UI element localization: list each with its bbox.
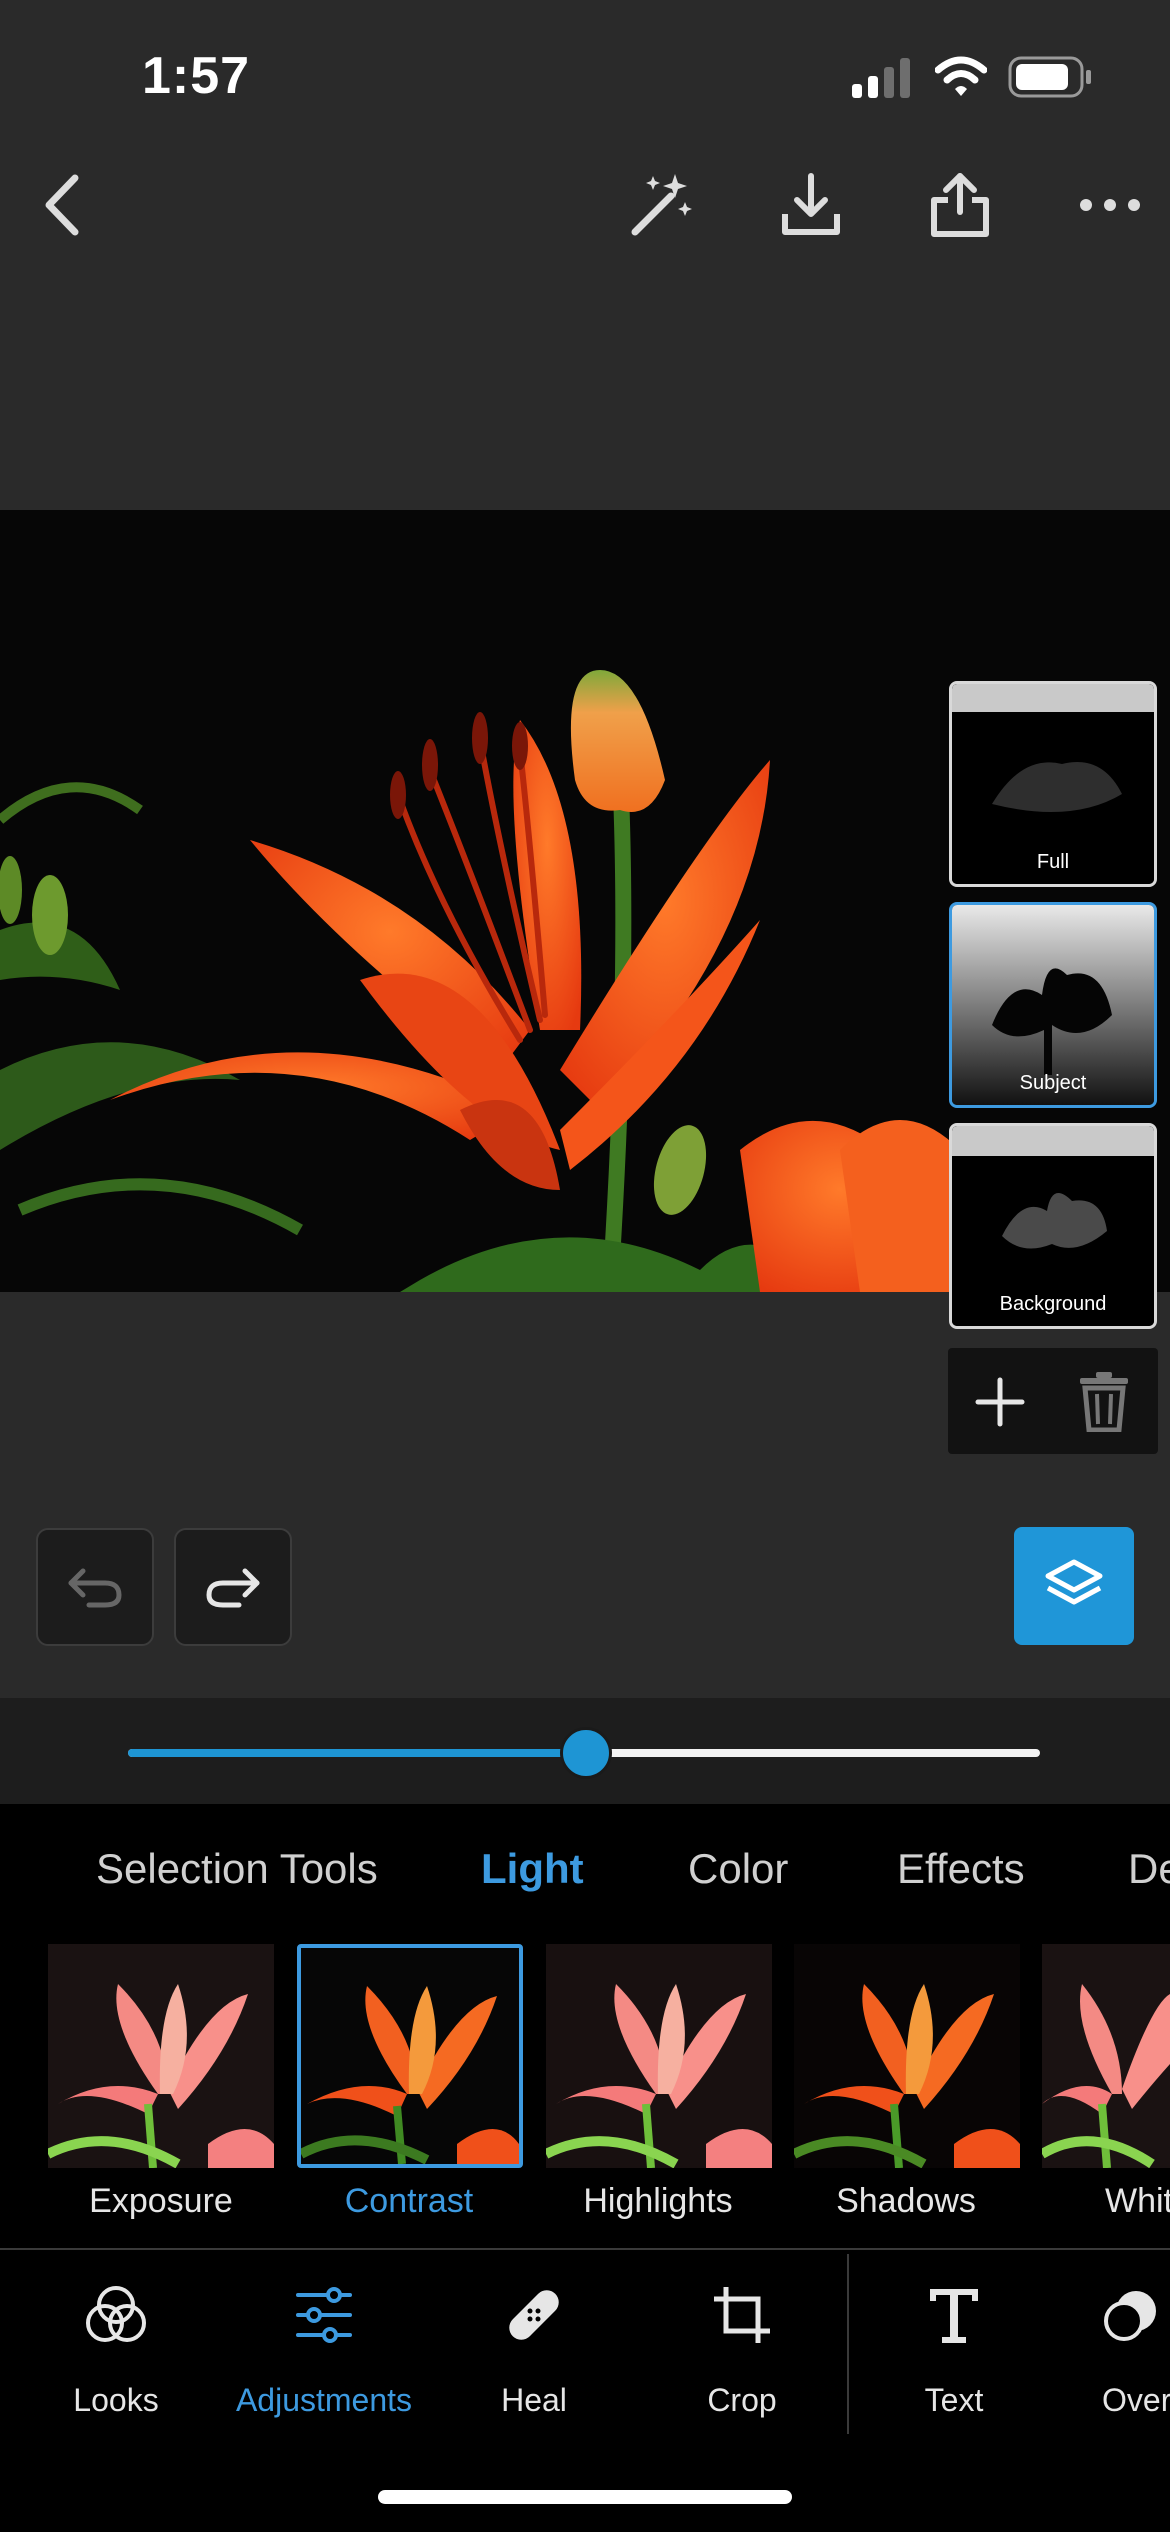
nav-label-looks: Looks	[73, 2382, 159, 2418]
slider-fill	[128, 1749, 586, 1757]
preset-label-shadows: Shadows	[836, 2182, 976, 2220]
nav-label-text: Text	[924, 2382, 984, 2418]
signal-icon	[852, 58, 914, 103]
redo-icon	[206, 1568, 260, 1608]
nav-adjustments[interactable]: Adjustments	[224, 2280, 424, 2430]
preset-label-contrast: Contrast	[344, 2182, 474, 2220]
tab-color[interactable]: Color	[688, 1845, 788, 1893]
preset-contrast[interactable]	[297, 1944, 523, 2168]
trash-icon	[1080, 1372, 1128, 1433]
slider-thumb[interactable]	[559, 1727, 612, 1779]
mask-subject[interactable]: Subject	[949, 902, 1157, 1108]
tab-effects[interactable]: Effects	[897, 1845, 1025, 1893]
mask-label-subject: Subject	[1019, 1072, 1087, 1094]
panel-divider	[0, 2248, 1170, 2250]
nav-divider	[847, 2254, 849, 2434]
preset-exposure[interactable]	[48, 1944, 274, 2168]
looks-icon	[16, 2280, 216, 2350]
text-icon	[854, 2280, 1054, 2350]
nav-label-overlays: Over	[1102, 2382, 1170, 2418]
mask-full[interactable]: Full	[949, 681, 1157, 887]
preset-label-highlights: Highlights	[583, 2182, 733, 2220]
tab-detail[interactable]: De	[1128, 1845, 1170, 1893]
preset-highlights[interactable]	[546, 1944, 772, 2168]
nav-label-heal: Heal	[501, 2382, 567, 2418]
adjustment-slider[interactable]	[128, 1727, 1040, 1779]
mask-background[interactable]: Background	[949, 1123, 1157, 1329]
nav-overlays[interactable]: Over	[1070, 2280, 1170, 2430]
nav-looks[interactable]: Looks	[16, 2280, 216, 2430]
mask-label-background: Background	[999, 1293, 1107, 1315]
add-mask-button[interactable]	[972, 1374, 1028, 1430]
undo-button[interactable]	[36, 1528, 154, 1646]
more-button[interactable]	[1070, 165, 1150, 245]
auto-enhance-button[interactable]	[620, 165, 700, 245]
mask-actions	[948, 1348, 1158, 1454]
preset-shadows[interactable]	[794, 1944, 1020, 2168]
crop-icon	[642, 2280, 842, 2350]
nav-label-crop: Crop	[707, 2382, 777, 2418]
preset-whites[interactable]	[1042, 1944, 1170, 2168]
tab-selection-tools[interactable]: Selection Tools	[96, 1845, 378, 1893]
bandage-icon	[434, 2280, 634, 2350]
preset-label-whites: Whit	[1105, 2182, 1170, 2220]
more-horizontal-icon	[1080, 199, 1140, 211]
tab-light[interactable]: Light	[481, 1845, 584, 1893]
undo-icon	[68, 1568, 122, 1608]
magic-wand-icon	[631, 174, 692, 236]
layers-icon	[1045, 1559, 1103, 1605]
download-button[interactable]	[771, 165, 851, 245]
battery-icon	[1008, 56, 1094, 103]
plus-icon	[975, 1377, 1025, 1427]
overlays-icon	[1100, 2280, 1170, 2350]
status-time: 1:57	[142, 47, 251, 105]
download-icon	[782, 173, 840, 235]
share-icon	[931, 173, 989, 237]
nav-label-adjustments: Adjustments	[235, 2382, 413, 2418]
nav-heal[interactable]: Heal	[434, 2280, 634, 2430]
nav-text[interactable]: Text	[854, 2280, 1054, 2430]
back-button[interactable]	[22, 165, 102, 245]
delete-mask-button[interactable]	[1076, 1372, 1132, 1433]
preset-label-exposure: Exposure	[89, 2182, 233, 2220]
share-button[interactable]	[920, 165, 1000, 245]
chevron-left-icon	[45, 174, 79, 236]
wifi-icon	[934, 56, 988, 103]
home-indicator	[378, 2490, 792, 2504]
sliders-icon	[224, 2280, 424, 2350]
redo-button[interactable]	[174, 1528, 292, 1646]
nav-crop[interactable]: Crop	[642, 2280, 842, 2430]
layers-button[interactable]	[1014, 1527, 1134, 1645]
mask-label-full: Full	[1036, 851, 1070, 873]
